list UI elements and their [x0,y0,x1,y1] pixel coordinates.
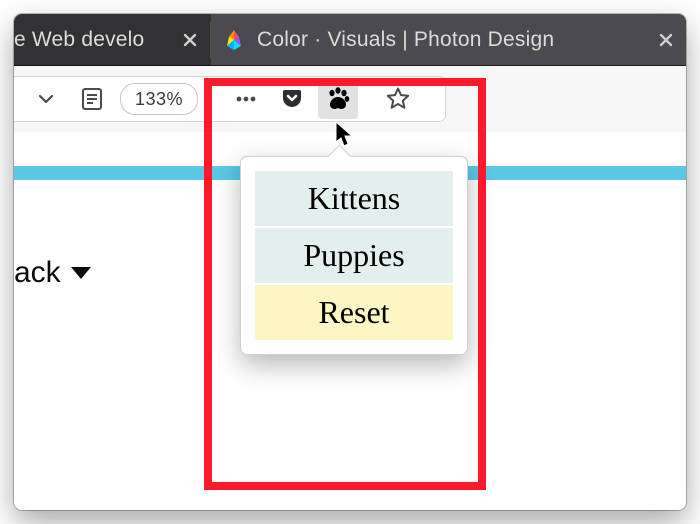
photon-favicon [223,29,245,51]
zoom-indicator[interactable]: 133% [120,83,198,115]
page-dropdown[interactable]: ack [14,256,91,290]
tab-strip: e Web develo Color · Visuals | Photon De… [14,14,686,66]
tab-photon-color[interactable]: Color · Visuals | Photon Design [211,14,686,66]
popup-item-label: Kittens [308,180,400,217]
bookmark-star-icon[interactable] [378,79,418,119]
reader-view-icon[interactable] [72,79,112,119]
popup-button-puppies[interactable]: Puppies [254,227,454,284]
popup-item-label: Reset [318,294,389,331]
popup-button-kittens[interactable]: Kittens [254,170,454,227]
pocket-icon[interactable] [272,79,312,119]
popup-item-label: Puppies [303,237,404,274]
url-bar[interactable]: 133% [14,76,446,122]
zoom-label: 133% [135,89,183,110]
extension-paw-icon[interactable] [318,79,358,119]
page-dropdown-label: ack [14,256,61,290]
popup-button-reset[interactable]: Reset [254,284,454,341]
toolbar: 133% [14,66,686,133]
caret-down-icon [71,267,91,279]
tab-web-develop[interactable]: e Web develo [14,14,210,66]
tab-label: Color · Visuals | Photon Design [257,28,554,52]
browser-window: e Web develo Color · Visuals | Photon De… [14,14,686,510]
page-actions-icon[interactable] [226,79,266,119]
tab-label: e Web develo [14,28,144,52]
close-icon[interactable] [182,32,198,48]
close-icon[interactable] [658,32,674,48]
history-dropdown-button[interactable] [26,79,66,119]
extension-popup: Kittens Puppies Reset [240,156,468,355]
